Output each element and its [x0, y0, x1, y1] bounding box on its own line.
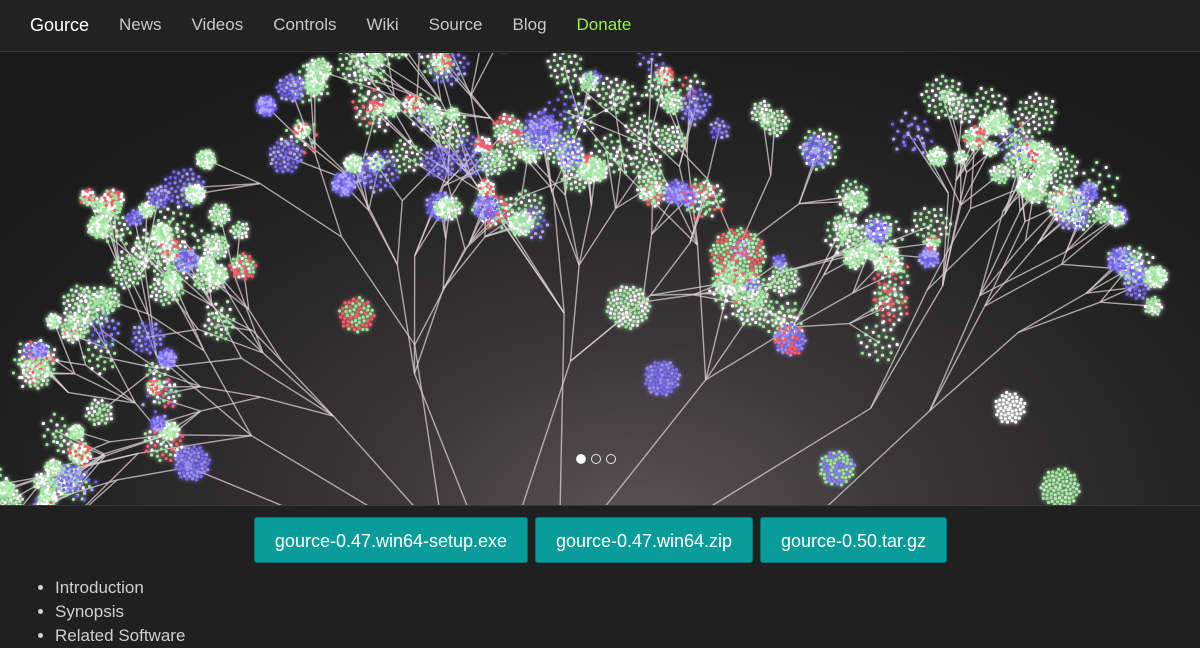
nav-link-videos[interactable]: Videos [192, 15, 244, 34]
nav-menu: News Videos Controls Wiki Source Blog Do… [104, 15, 646, 35]
nav-item-controls: Controls [273, 15, 336, 35]
nav-link-wiki[interactable]: Wiki [367, 15, 399, 34]
downloads-bar: gource-0.47.win64-setup.exe gource-0.47.… [0, 505, 1200, 575]
gource-visualization-image [0, 53, 1200, 505]
nav-item-donate: Donate [577, 15, 632, 35]
nav-item-news: News [119, 15, 162, 35]
toc-item: Synopsis [55, 600, 185, 624]
nav-link-donate[interactable]: Donate [577, 15, 632, 34]
nav-item-wiki: Wiki [367, 15, 399, 35]
carousel-dot-1[interactable] [576, 454, 586, 464]
nav-item-videos: Videos [192, 15, 244, 35]
carousel-dot-2[interactable] [591, 454, 601, 464]
brand-link[interactable]: Gource [30, 15, 89, 36]
nav-item-source: Source [429, 15, 483, 35]
carousel-dot-3[interactable] [606, 454, 616, 464]
nav-link-controls[interactable]: Controls [273, 15, 336, 34]
toc-link-related-software[interactable]: Related Software [55, 626, 185, 645]
download-win64-zip-button[interactable]: gource-0.47.win64.zip [535, 517, 753, 563]
nav-link-news[interactable]: News [119, 15, 162, 34]
top-navbar: Gource News Videos Controls Wiki Source … [0, 0, 1200, 52]
nav-item-blog: Blog [513, 15, 547, 35]
hero-carousel [0, 53, 1200, 505]
toc-link-synopsis[interactable]: Synopsis [55, 602, 124, 621]
nav-link-blog[interactable]: Blog [513, 15, 547, 34]
carousel-indicators [576, 454, 621, 464]
download-win64-setup-button[interactable]: gource-0.47.win64-setup.exe [254, 517, 528, 563]
download-tarball-button[interactable]: gource-0.50.tar.gz [760, 517, 947, 563]
toc-item: Related Software [55, 624, 185, 648]
toc-item: Introduction [55, 576, 185, 600]
nav-link-source[interactable]: Source [429, 15, 483, 34]
table-of-contents: Introduction Synopsis Related Software [34, 576, 185, 648]
toc-link-introduction[interactable]: Introduction [55, 578, 144, 597]
